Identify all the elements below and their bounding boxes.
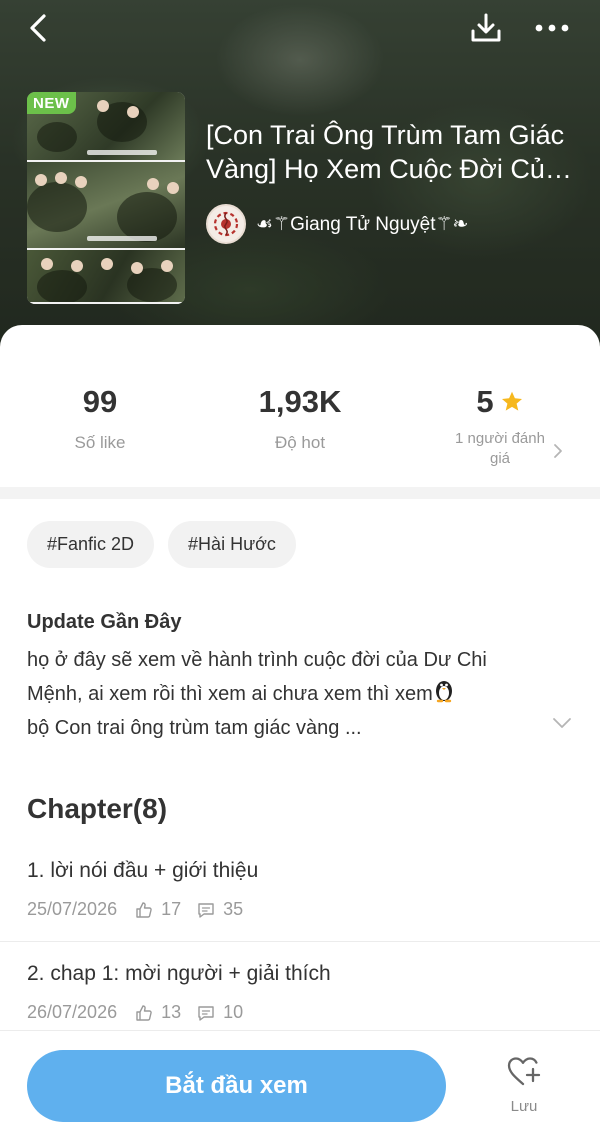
tag-chip[interactable]: #Hài Hước [168, 521, 296, 568]
thumbs-up-icon [135, 901, 153, 919]
comment-icon [197, 1004, 215, 1022]
more-button[interactable] [532, 10, 572, 46]
chapter-divider [0, 941, 600, 942]
new-badge: NEW [27, 92, 76, 114]
heart-plus-icon [507, 1057, 541, 1086]
save-button[interactable]: Lưu [495, 1055, 553, 1125]
section-divider [0, 487, 600, 499]
cover-panel [27, 250, 185, 304]
thumbs-up-icon [135, 1004, 153, 1022]
download-button[interactable] [466, 10, 506, 46]
avatar [206, 204, 246, 244]
back-button[interactable] [18, 10, 58, 46]
more-horizontal-icon [535, 24, 569, 32]
detail-sheet: 99 Số like 1,93K Độ hot 5 1 người đánh g… [0, 325, 600, 1137]
chevron-right-icon[interactable] [552, 442, 564, 460]
download-icon [471, 13, 501, 42]
chapter-likes: 17 [161, 899, 182, 919]
chapter-meta: 25/07/2026 17 35 [27, 899, 259, 920]
start-reading-button[interactable]: Bắt đầu xem [27, 1050, 446, 1122]
hero-banner: NEW [Con Trai Ông Trùm Tam Giác Vàng] Họ… [0, 0, 600, 350]
stat-value: 99 [82, 384, 118, 419]
stat-value: 1,93K [258, 384, 342, 419]
author-avatar-icon [213, 211, 239, 237]
chapter-meta: 26/07/2026 13 10 [27, 1002, 259, 1023]
stat-rating[interactable]: 5 1 người đánh giá [400, 383, 600, 469]
chapters-heading: Chapter(8) [27, 793, 168, 824]
stat-label: Độ hot [274, 433, 326, 452]
update-description: họ ở đây sẽ xem về hành trình cuộc đời c… [27, 643, 547, 745]
chapter-comments: 35 [223, 899, 244, 919]
update-line: họ ở đây sẽ xem về hành trình cuộc đời c… [27, 649, 487, 671]
stat-likes: 99 Số like [0, 383, 200, 453]
chapter-comments: 10 [223, 1002, 244, 1022]
tag-chip[interactable]: #Fanfic 2D [27, 521, 155, 568]
update-line: bộ Con trai ông trùm tam giác vàng ... [27, 717, 362, 739]
stat-label: 1 người đánh giá [455, 430, 545, 467]
chapter-title: 2. chap 1: mời người + giải thích [27, 962, 331, 985]
book-title: [Con Trai Ông Trùm Tam Giác Vàng] Họ Xem… [206, 120, 565, 184]
cover-panel [27, 162, 185, 250]
author-link[interactable]: ☙⚚Giang Tử Nguyệt⚚❧ [206, 204, 468, 244]
chapter-likes: 13 [161, 1002, 182, 1022]
comment-icon [197, 901, 215, 919]
chevron-down-icon[interactable] [552, 717, 572, 729]
stat-label: Số like [74, 433, 126, 452]
chapter-date: 25/07/2026 [27, 899, 118, 919]
chapter-date: 26/07/2026 [27, 1002, 118, 1022]
chevron-left-icon [30, 14, 46, 42]
stat-value: 5 [476, 384, 494, 419]
author-name: ☙⚚Giang Tử Nguyệt⚚❧ [256, 213, 469, 235]
bottom-action-bar: Bắt đầu xem Lưu [0, 1030, 600, 1137]
chapter-title: 1. lời nói đầu + giới thiệu [27, 859, 259, 882]
star-icon [501, 391, 522, 411]
stats-row: 99 Số like 1,93K Độ hot 5 1 người đánh g… [0, 325, 600, 487]
penguin-emoji-icon [435, 681, 452, 703]
update-line: Mệnh, ai xem rồi thì xem ai chưa xem thì… [27, 683, 433, 705]
save-label: Lưu [510, 1098, 538, 1115]
top-bar [0, 0, 600, 60]
tag-list: #Fanfic 2D #Hài Hước [27, 521, 296, 568]
book-cover[interactable]: NEW [27, 92, 185, 304]
chapter-item[interactable]: 1. lời nói đầu + giới thiệu 25/07/2026 1… [0, 859, 600, 962]
update-line-wrap: Mệnh, ai xem rồi thì xem ai chưa xem thì… [27, 677, 547, 711]
update-title: Update Gần Đây [27, 611, 182, 633]
stat-value-row: 5 [476, 383, 523, 421]
stat-hot: 1,93K Độ hot [200, 383, 400, 453]
